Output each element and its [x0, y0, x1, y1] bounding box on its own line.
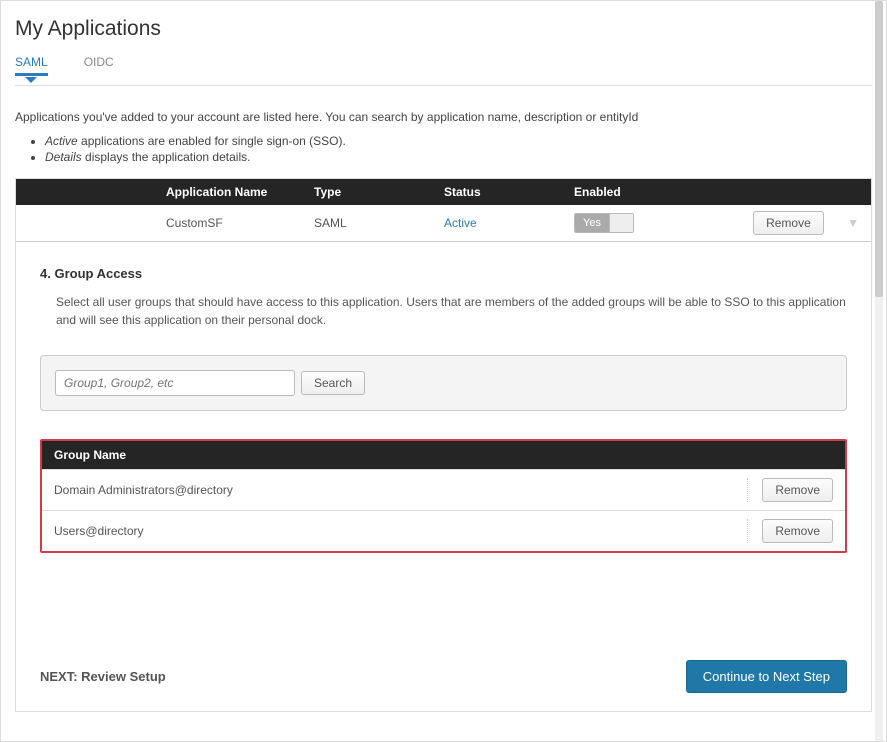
- group-search-button[interactable]: Search: [301, 371, 365, 395]
- enabled-toggle[interactable]: Yes: [574, 213, 634, 233]
- group-name-cell: Domain Administrators@directory: [54, 483, 233, 497]
- tab-saml-label: SAML: [15, 55, 48, 69]
- group-name-cell: Users@directory: [54, 524, 144, 538]
- tab-saml[interactable]: SAML: [15, 55, 48, 75]
- col-enabled-header: Enabled: [566, 179, 706, 205]
- expand-row-icon[interactable]: ▼: [847, 216, 859, 230]
- app-frame: My Applications SAML OIDC Applications y…: [0, 0, 887, 742]
- enabled-toggle-label: Yes: [575, 214, 609, 232]
- bullet-text: displays the application details.: [82, 150, 251, 164]
- continue-button[interactable]: Continue to Next Step: [686, 660, 847, 693]
- applications-table: Application Name Type Status Enabled Cus…: [15, 178, 872, 242]
- group-table-header: Group Name: [42, 441, 845, 469]
- table-row: CustomSF SAML Active Yes Remove ▼: [16, 205, 871, 242]
- table-row: Users@directory Remove: [42, 510, 845, 551]
- next-step-label: NEXT: Review Setup: [40, 669, 166, 684]
- table-row: Domain Administrators@directory Remove: [42, 469, 845, 510]
- tab-oidc[interactable]: OIDC: [84, 55, 114, 75]
- tab-oidc-label: OIDC: [84, 55, 114, 69]
- cell-app-type: SAML: [306, 210, 436, 236]
- group-access-description: Select all user groups that should have …: [56, 293, 847, 329]
- tab-bar: SAML OIDC: [15, 55, 872, 75]
- intro-bullets: Active applications are enabled for sing…: [29, 134, 872, 164]
- status-link[interactable]: Active: [444, 216, 477, 230]
- enabled-toggle-knob: [609, 214, 633, 232]
- intro-text: Applications you've added to your accoun…: [15, 110, 872, 124]
- applications-table-header: Application Name Type Status Enabled: [16, 179, 871, 205]
- group-access-title: 4. Group Access: [40, 266, 847, 281]
- group-search-input[interactable]: [55, 370, 295, 396]
- remove-app-button[interactable]: Remove: [753, 211, 824, 235]
- bullet-text: applications are enabled for single sign…: [78, 134, 346, 148]
- page-title: My Applications: [15, 17, 872, 41]
- bullet-em: Details: [45, 150, 82, 164]
- scrollbar-track[interactable]: [875, 1, 883, 741]
- col-action-header: [706, 179, 871, 205]
- group-access-panel: 4. Group Access Select all user groups t…: [15, 242, 872, 712]
- col-type-header: Type: [306, 179, 436, 205]
- tab-active-indicator-icon: [25, 77, 37, 83]
- cell-app-name: CustomSF: [66, 210, 306, 236]
- col-name-header: Application Name: [66, 179, 306, 205]
- col-handle-header: [16, 179, 66, 205]
- bullet-item: Active applications are enabled for sing…: [45, 134, 872, 148]
- col-status-header: Status: [436, 179, 566, 205]
- bullet-item: Details displays the application details…: [45, 150, 872, 164]
- divider: [15, 85, 872, 86]
- row-drag-handle[interactable]: [16, 217, 66, 229]
- group-search-box: Search: [40, 355, 847, 411]
- scrollbar-thumb[interactable]: [875, 1, 883, 297]
- remove-group-button[interactable]: Remove: [762, 519, 833, 543]
- wizard-footer: NEXT: Review Setup Continue to Next Step: [40, 660, 847, 693]
- group-table: Group Name Domain Administrators@directo…: [40, 439, 847, 553]
- remove-group-button[interactable]: Remove: [762, 478, 833, 502]
- bullet-em: Active: [45, 134, 78, 148]
